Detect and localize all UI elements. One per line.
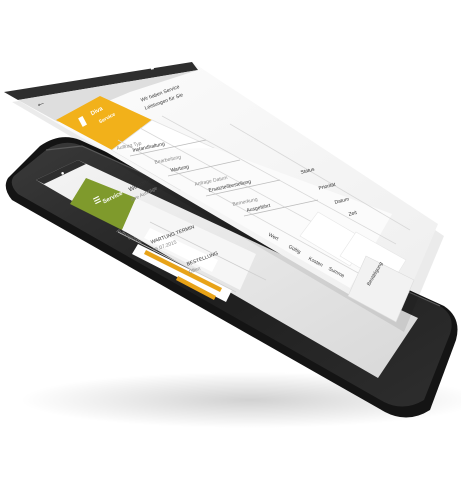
signal-icon: ▲ [112,68,119,76]
battery-icon: ■ [150,65,155,72]
floating-card [4,62,444,332]
